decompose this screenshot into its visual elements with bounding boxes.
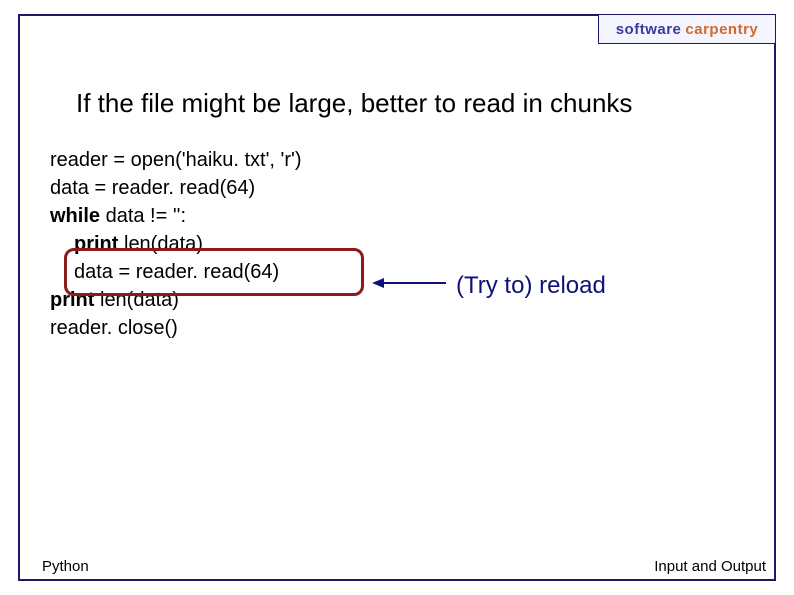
code-line-3-rest: data != '': xyxy=(100,205,186,227)
code-line-7: reader. close() xyxy=(50,314,302,342)
logo-carpentry: carpentry xyxy=(685,21,758,38)
logo: softwarecarpentry xyxy=(598,14,776,44)
logo-text: softwarecarpentry xyxy=(616,21,759,38)
slide-frame: softwarecarpentry If the file might be l… xyxy=(18,14,776,581)
slide-title: If the file might be large, better to re… xyxy=(76,88,632,119)
code-block: reader = open('haiku. txt', 'r') data = … xyxy=(50,146,302,342)
annotation-text: (Try to) reload xyxy=(456,272,606,300)
footer-right: Input and Output xyxy=(654,558,766,575)
code-line-2: data = reader. read(64) xyxy=(50,174,302,202)
highlight-box xyxy=(64,248,364,296)
arrow-icon xyxy=(372,276,446,290)
footer-left: Python xyxy=(42,558,89,575)
code-line-3: while data != '': xyxy=(50,202,302,230)
code-line-1: reader = open('haiku. txt', 'r') xyxy=(50,146,302,174)
kw-while: while xyxy=(50,205,100,227)
logo-software: software xyxy=(616,21,682,38)
